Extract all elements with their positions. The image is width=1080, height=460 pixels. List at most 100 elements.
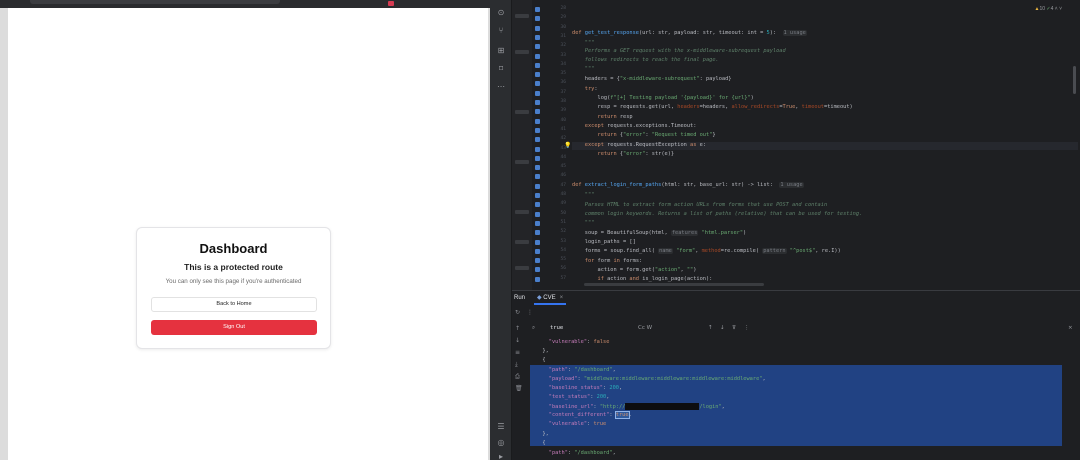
run-tool-window: Run ◆ CVE × ↻ ⋮ ↑ ↓ ≡ ⤓ ⎙ 🗑 ⌕ true Cc W ↑… [512,290,1080,460]
change-marker-icon [535,34,540,40]
code-line: """ [584,220,595,226]
line-number: 41 [560,126,566,132]
scroll-down-icon[interactable]: ↓ [515,337,520,344]
console-line: "path": "/dashboard", [548,450,616,456]
change-marker-icon [535,155,540,161]
line-number: 46 [560,173,566,179]
run-side-toolbar: ↑ ↓ ≡ ⤓ ⎙ 🗑 [512,321,526,460]
code-line: soup = BeautifulSoup(html, features "htm… [572,230,747,236]
rerun-icon[interactable]: ↻ [515,309,520,316]
scroll-up-icon[interactable]: ↑ [515,325,520,332]
code-line: if action and is_login_page(action): [597,276,713,282]
filter-icon[interactable]: ⊽ [732,325,736,331]
code-line: """ [584,66,595,72]
bookmark-icon[interactable]: ⌑ [496,64,506,74]
list-icon[interactable]: ☰ [496,422,506,432]
change-marker-icon [535,127,540,133]
line-number: 57 [560,275,566,281]
line-number: 51 [560,219,566,225]
console-line: "path": "/dashboard", [548,367,616,373]
console-line: "payload": "middleware:middleware:middle… [548,376,766,382]
close-search-icon[interactable]: × [1068,325,1073,331]
browser-toolbar [0,0,490,8]
sign-out-button[interactable]: Sign Out [151,320,317,335]
change-marker-icon [535,137,540,143]
editor-scrollbar[interactable] [1073,66,1076,94]
page-viewport: Dashboard This is a protected route You … [8,8,488,460]
change-marker-icon [535,7,540,12]
next-match-icon[interactable]: ↓ [720,325,725,331]
line-number: 47 [560,182,566,188]
clear-console-icon[interactable]: 🗑 [515,385,523,392]
code-line: """ [584,40,595,46]
code-line: action = form.get("action", "") [572,267,697,273]
close-tab-icon[interactable]: × [560,295,564,301]
project-panel [512,0,532,290]
search-more-icon[interactable]: ⋮ [744,325,750,331]
line-number: 50 [560,210,566,216]
code-editor[interactable]: ▲10 ✓4 ˄ ˅ 💡 28 29 30 31 32 33 34 35 36 37 38 39 40 4… [532,0,1080,290]
console-line: "baseline_status": 200, [548,385,623,391]
commit-icon[interactable]: ⊙ [496,8,506,18]
change-marker-icon [535,202,540,208]
line-number: 49 [560,201,566,207]
code-line: return {"error": str(e)} [597,151,675,157]
change-marker-icon [535,165,540,171]
python-console-icon[interactable]: ◎ [496,438,506,448]
change-marker-icon [535,211,540,217]
structure-icon[interactable]: ⊞ [496,46,506,56]
console-line: "content_different": true, [548,411,632,419]
run-tabs: Run ◆ CVE × [512,291,1080,307]
code-line: follows redirects to reach the final pag… [584,57,719,63]
line-number: 48 [560,192,566,197]
browser-window: Dashboard This is a protected route You … [0,0,490,460]
line-number: 36 [560,80,566,86]
address-bar[interactable] [30,0,280,4]
code-line: headers = {"x-middleware-subrequest": pa… [572,76,732,82]
console-output[interactable]: "vulnerable": false }, { "path": "/dashb… [530,339,1078,460]
line-number: 37 [560,89,566,95]
previous-match-icon[interactable]: ↑ [708,325,713,331]
search-options[interactable]: Cc W [638,325,652,331]
soft-wrap-icon[interactable]: ≡ [515,349,520,356]
change-marker-icon [535,183,540,189]
code-line: def extract_login_form_paths(html: str, … [572,182,804,188]
inspection-widget[interactable]: ▲10 ✓4 ˄ ˅ [1034,6,1062,12]
run-label: Run [514,295,526,301]
branch-icon[interactable]: ⑂ [496,26,506,36]
console-search-bar[interactable]: ⌕ true Cc W ↑ ↓ ⊽ ⋮ × [528,325,1078,335]
line-number: 45 [560,164,566,170]
ide-window: ⊙ ⑂ ⊞ ⌑ ⋯ ☰ ◎ ▸ ▲10 ✓4 ˄ ˅ 💡 28 29 30 31 32 3… [490,0,1080,460]
line-number: 42 [560,136,566,142]
line-number: 40 [560,117,566,123]
horizontal-scrollbar[interactable] [584,283,1080,287]
change-marker-icon [535,230,540,236]
search-input[interactable]: true [550,325,563,331]
line-number: 30 [560,24,566,30]
terminal-icon[interactable]: ▸ [496,452,506,460]
more-options-icon[interactable]: ⋮ [527,309,533,316]
extension-icon[interactable] [388,1,394,6]
change-marker-icon [535,276,540,282]
back-to-home-button[interactable]: Back to Home [151,297,317,312]
more-tools-icon[interactable]: ⋯ [496,82,506,92]
line-number: 56 [560,266,566,272]
line-number: 55 [560,257,566,263]
console-line: }, [536,348,549,354]
line-number: 33 [560,52,566,58]
print-icon[interactable]: ⎙ [515,373,520,381]
code-line: forms = soup.find_all( name "form", meth… [572,248,841,254]
change-marker-icon [535,81,540,87]
code-line: return resp [597,114,633,120]
change-marker-icon [535,267,540,273]
change-marker-icon [535,239,540,245]
code-line: resp = requests.get(url, headers=headers… [572,104,853,110]
change-marker-icon [535,258,540,264]
scroll-to-end-icon[interactable]: ⤓ [515,361,518,369]
change-marker-icon [535,90,540,96]
line-number: 52 [560,229,566,235]
page-subtitle: This is a protected route [184,262,283,272]
change-marker-icon [535,44,540,50]
code-line: try: [584,86,598,92]
tab-cve[interactable]: ◆ CVE × [534,294,567,305]
